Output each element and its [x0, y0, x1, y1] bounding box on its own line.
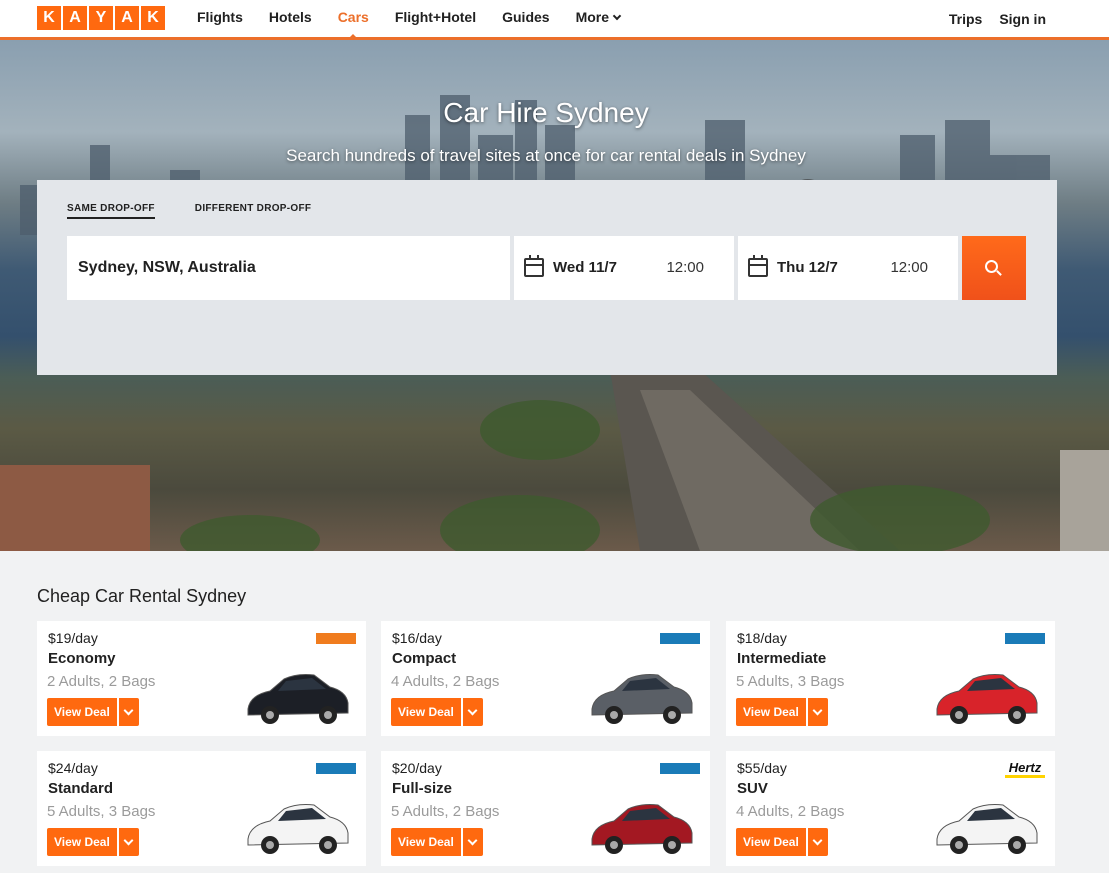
pickup-date: Wed 11/7 — [553, 259, 617, 276]
kayak-logo[interactable]: K A Y A K — [37, 6, 165, 30]
rental-brand-logo — [660, 633, 700, 644]
deal-card[interactable]: $24/day Standard 5 Adults, 3 Bags View Deal — [37, 751, 366, 866]
chevron-down-icon[interactable] — [807, 828, 828, 856]
car-class: Economy — [48, 650, 116, 667]
logo-letter: A — [63, 6, 87, 30]
view-deal-button[interactable]: View Deal — [391, 828, 461, 856]
top-navigation-bar: K A Y A K Flights Hotels Cars Flight+Hot… — [0, 0, 1109, 40]
deal-card[interactable]: $19/day Economy 2 Adults, 2 Bags View Deal — [37, 621, 366, 736]
car-image — [591, 804, 693, 854]
pickup-location-input[interactable]: Sydney, NSW, Australia — [67, 236, 510, 300]
rental-brand-logo — [1005, 633, 1045, 644]
deal-card[interactable]: $18/day Intermediate 5 Adults, 3 Bags View … — [726, 621, 1055, 736]
pickup-time[interactable]: 12:00 — [666, 236, 704, 300]
deals-section-title: Cheap Car Rental Sydney — [37, 586, 247, 606]
dropoff-date-field[interactable]: Thu 12/7 12:00 — [738, 236, 958, 300]
dropoff-tabs: SAME DROP-OFF DIFFERENT DROP-OFF — [67, 203, 311, 219]
rental-brand-logo: Hertz — [1005, 760, 1045, 778]
view-deal-button[interactable]: View Deal — [736, 828, 806, 856]
dropoff-date: Thu 12/7 — [777, 259, 838, 276]
car-search-form: SAME DROP-OFF DIFFERENT DROP-OFF Sydney,… — [37, 180, 1057, 375]
car-class: Intermediate — [737, 650, 827, 667]
car-class: Compact — [392, 650, 457, 667]
logo-letter: K — [37, 6, 61, 30]
view-deal-button[interactable]: View Deal — [736, 698, 806, 726]
chevron-down-icon — [612, 11, 622, 21]
car-class: Standard — [48, 780, 114, 797]
deal-card[interactable]: $16/day Compact 4 Adults, 2 Bags View Deal — [381, 621, 710, 736]
trips-link[interactable]: Trips — [949, 11, 982, 27]
deal-card[interactable]: $55/day SUV 4 Adults, 2 Bags Hertz View Deal — [726, 751, 1055, 866]
nav-more[interactable]: More — [575, 0, 622, 37]
tab-same-dropoff[interactable]: SAME DROP-OFF — [67, 203, 155, 219]
pickup-date-field[interactable]: Wed 11/7 12:00 — [514, 236, 734, 300]
car-image — [247, 674, 349, 724]
view-deal-group: View Deal — [47, 828, 139, 856]
deal-price: $19/day — [48, 630, 98, 646]
deal-card[interactable]: $20/day Full-size 5 Adults, 2 Bags View Dea… — [381, 751, 710, 866]
page-subtitle: Search hundreds of travel sites at once … — [286, 146, 806, 165]
car-capacity: 4 Adults, 2 Bags — [736, 803, 845, 820]
view-deal-button[interactable]: View Deal — [47, 828, 117, 856]
view-deal-group: View Deal — [736, 698, 828, 726]
calendar-icon — [524, 255, 544, 277]
nav-hotels[interactable]: Hotels — [269, 0, 312, 37]
search-icon — [985, 260, 998, 273]
chevron-down-icon[interactable] — [118, 828, 139, 856]
nav-flight-hotel[interactable]: Flight+Hotel — [395, 0, 476, 37]
car-image — [936, 674, 1038, 724]
deal-price: $55/day — [737, 760, 787, 776]
nav-flights[interactable]: Flights — [197, 0, 243, 37]
car-capacity: 5 Adults, 3 Bags — [47, 803, 156, 820]
nav-guides[interactable]: Guides — [502, 0, 549, 37]
nav-more-label: More — [575, 9, 610, 25]
dropoff-time[interactable]: 12:00 — [890, 236, 928, 300]
harbour-road-image — [0, 370, 1109, 551]
car-class: Full-size — [392, 780, 453, 797]
chevron-down-icon[interactable] — [462, 698, 483, 726]
calendar-icon — [748, 255, 768, 277]
car-capacity: 5 Adults, 3 Bags — [736, 673, 845, 690]
nav-cars[interactable]: Cars — [338, 0, 369, 40]
view-deal-group: View Deal — [47, 698, 139, 726]
chevron-down-icon[interactable] — [462, 828, 483, 856]
view-deal-group: View Deal — [736, 828, 828, 856]
rental-brand-logo — [316, 763, 356, 774]
deal-price: $18/day — [737, 630, 787, 646]
tab-different-dropoff[interactable]: DIFFERENT DROP-OFF — [195, 203, 312, 219]
logo-letter: A — [115, 6, 139, 30]
car-capacity: 4 Adults, 2 Bags — [391, 673, 500, 690]
main-nav: Flights Hotels Cars Flight+Hotel Guides … — [197, 0, 646, 40]
page-title: Car Hire Sydney — [443, 97, 649, 128]
view-deal-button[interactable]: View Deal — [47, 698, 117, 726]
deal-price: $24/day — [48, 760, 98, 776]
car-capacity: 2 Adults, 2 Bags — [47, 673, 156, 690]
account-nav: Trips Sign in — [949, 0, 1046, 37]
car-capacity: 5 Adults, 2 Bags — [391, 803, 500, 820]
search-button[interactable] — [962, 236, 1026, 300]
logo-letter: Y — [89, 6, 113, 30]
deal-price: $16/day — [392, 630, 442, 646]
rental-brand-logo — [660, 763, 700, 774]
chevron-down-icon[interactable] — [807, 698, 828, 726]
logo-letter: K — [141, 6, 165, 30]
sign-in-link[interactable]: Sign in — [999, 11, 1046, 27]
view-deal-button[interactable]: View Deal — [391, 698, 461, 726]
car-image — [591, 674, 693, 724]
rental-brand-logo — [316, 633, 356, 644]
view-deal-group: View Deal — [391, 828, 483, 856]
view-deal-group: View Deal — [391, 698, 483, 726]
car-class: SUV — [737, 780, 768, 797]
car-image — [247, 804, 349, 854]
car-image — [936, 804, 1038, 854]
chevron-down-icon[interactable] — [118, 698, 139, 726]
deal-price: $20/day — [392, 760, 442, 776]
